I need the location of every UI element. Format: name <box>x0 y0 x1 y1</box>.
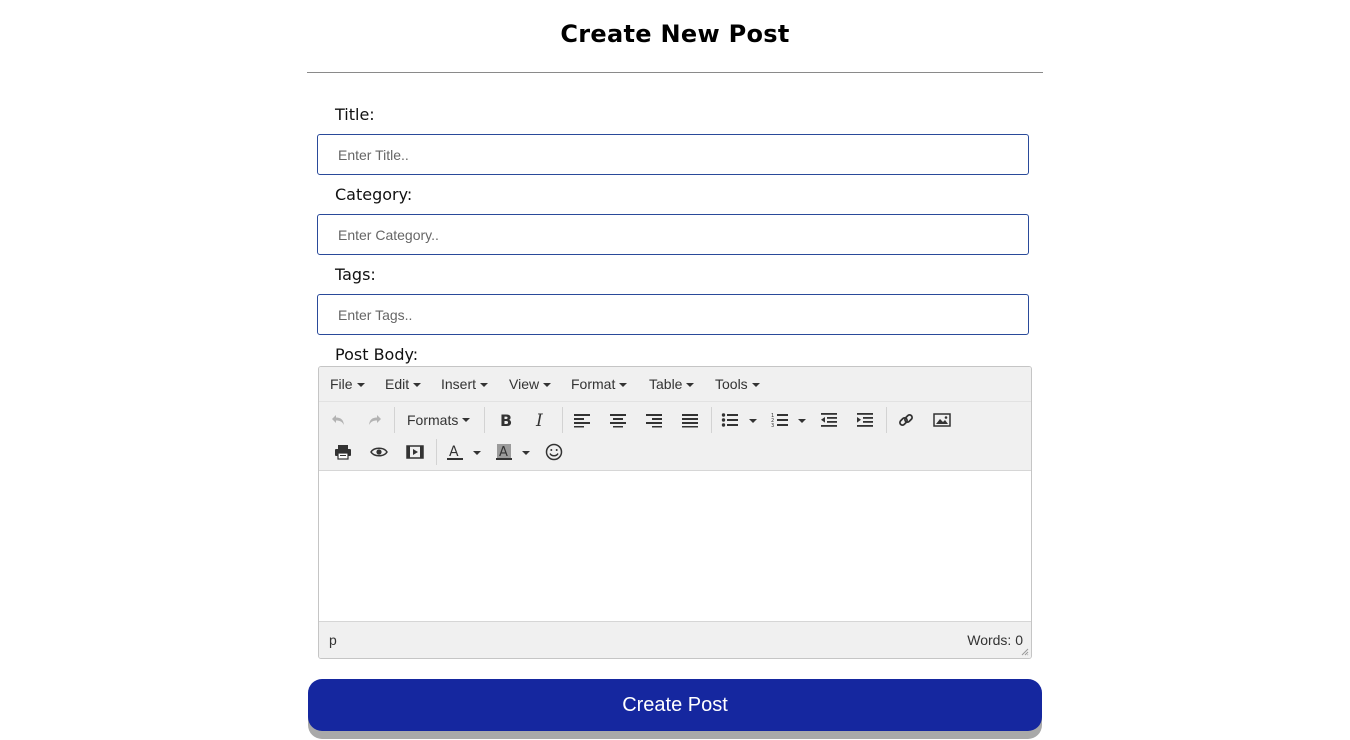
numbered-list-dropdown[interactable] <box>798 419 806 423</box>
align-left-icon <box>574 414 590 428</box>
page-title: Create New Post <box>560 20 790 48</box>
menu-tools[interactable]: Tools <box>715 376 760 392</box>
title-input[interactable] <box>317 134 1029 175</box>
word-count: Words: 0 <box>967 632 1023 648</box>
print-button[interactable] <box>328 438 358 466</box>
menu-view-label: View <box>509 376 540 392</box>
element-path[interactable]: p <box>329 632 337 648</box>
text-color-dropdown[interactable] <box>473 451 481 455</box>
align-justify-button[interactable] <box>675 406 705 434</box>
chevron-down-icon <box>480 383 489 388</box>
editor-toolbar: Formats B I 123 A A <box>319 402 1031 471</box>
align-center-icon <box>610 414 626 428</box>
menu-file[interactable]: File <box>330 376 365 392</box>
text-color-button[interactable]: A <box>440 438 470 466</box>
editor-menubar: File Edit Insert View Format Table Tools <box>319 367 1031 402</box>
toolbar-separator <box>484 407 485 433</box>
emoticons-icon <box>545 443 563 461</box>
preview-button[interactable] <box>364 438 394 466</box>
italic-icon: I <box>535 412 543 428</box>
background-color-icon: A <box>496 444 512 460</box>
chevron-down-icon <box>619 383 628 388</box>
tags-input[interactable] <box>317 294 1029 335</box>
chevron-down-icon <box>413 383 422 388</box>
menu-format[interactable]: Format <box>571 376 628 392</box>
bold-button[interactable]: B <box>490 406 520 434</box>
image-icon <box>933 413 951 427</box>
toolbar-separator <box>394 407 395 433</box>
editor-statusbar: p Words: 0 <box>319 621 1031 658</box>
formats-label: Formats <box>407 412 459 428</box>
rich-text-editor: File Edit Insert View Format Table Tools… <box>318 366 1032 659</box>
menu-table-label: Table <box>649 376 683 392</box>
link-button[interactable] <box>891 406 921 434</box>
toolbar-separator <box>562 407 563 433</box>
toolbar-separator <box>711 407 712 433</box>
menu-format-label: Format <box>571 376 616 392</box>
menu-tools-label: Tools <box>715 376 748 392</box>
svg-text:A: A <box>449 444 459 460</box>
resize-handle-icon[interactable] <box>1021 648 1029 656</box>
background-color-dropdown[interactable] <box>522 451 530 455</box>
emoticons-button[interactable] <box>539 438 569 466</box>
formats-dropdown[interactable]: Formats <box>407 406 471 434</box>
align-right-button[interactable] <box>639 406 669 434</box>
menu-insert-label: Insert <box>441 376 477 392</box>
menu-file-label: File <box>330 376 353 392</box>
text-color-icon: A <box>447 444 463 460</box>
align-center-button[interactable] <box>603 406 633 434</box>
toolbar-separator <box>436 439 437 465</box>
svg-text:A: A <box>499 445 508 460</box>
chevron-down-icon <box>751 383 760 388</box>
chevron-down-icon <box>543 383 552 388</box>
align-left-button[interactable] <box>567 406 597 434</box>
align-right-icon <box>646 414 662 428</box>
category-label: Category: <box>335 185 413 204</box>
bullet-list-button[interactable] <box>715 406 745 434</box>
category-input[interactable] <box>317 214 1029 255</box>
undo-button[interactable] <box>324 406 354 434</box>
preview-icon <box>370 447 388 457</box>
numbered-list-icon: 123 <box>771 413 788 428</box>
create-post-button[interactable]: Create Post <box>308 679 1042 731</box>
menu-insert[interactable]: Insert <box>441 376 489 392</box>
title-label: Title: <box>335 105 375 124</box>
undo-icon <box>332 415 344 425</box>
menu-table[interactable]: Table <box>649 376 695 392</box>
bullet-list-icon <box>721 413 738 427</box>
outdent-button[interactable] <box>814 406 844 434</box>
menu-edit[interactable]: Edit <box>385 376 422 392</box>
post-body-label: Post Body: <box>335 345 419 364</box>
chevron-down-icon <box>356 383 365 388</box>
bold-icon: B <box>500 412 512 428</box>
media-button[interactable] <box>400 438 430 466</box>
indent-icon <box>857 413 873 427</box>
redo-icon <box>369 415 381 425</box>
chevron-down-icon <box>686 383 695 388</box>
outdent-icon <box>821 413 837 427</box>
menu-view[interactable]: View <box>509 376 552 392</box>
print-icon <box>335 445 351 460</box>
media-icon <box>406 445 424 459</box>
title-divider <box>307 72 1043 73</box>
menu-edit-label: Edit <box>385 376 410 392</box>
svg-text:B: B <box>500 412 512 428</box>
editor-content-area[interactable] <box>319 471 1031 621</box>
tags-label: Tags: <box>335 265 376 284</box>
chevron-down-icon <box>462 418 471 422</box>
svg-text:I: I <box>535 412 543 428</box>
indent-button[interactable] <box>850 406 880 434</box>
italic-button[interactable]: I <box>526 406 556 434</box>
bullet-list-dropdown[interactable] <box>749 419 757 423</box>
toolbar-separator <box>886 407 887 433</box>
link-icon <box>899 414 913 426</box>
align-justify-icon <box>682 414 698 428</box>
background-color-button[interactable]: A <box>489 438 519 466</box>
svg-text:3: 3 <box>771 423 774 428</box>
numbered-list-button[interactable]: 123 <box>765 406 795 434</box>
image-button[interactable] <box>927 406 957 434</box>
redo-button[interactable] <box>359 406 389 434</box>
